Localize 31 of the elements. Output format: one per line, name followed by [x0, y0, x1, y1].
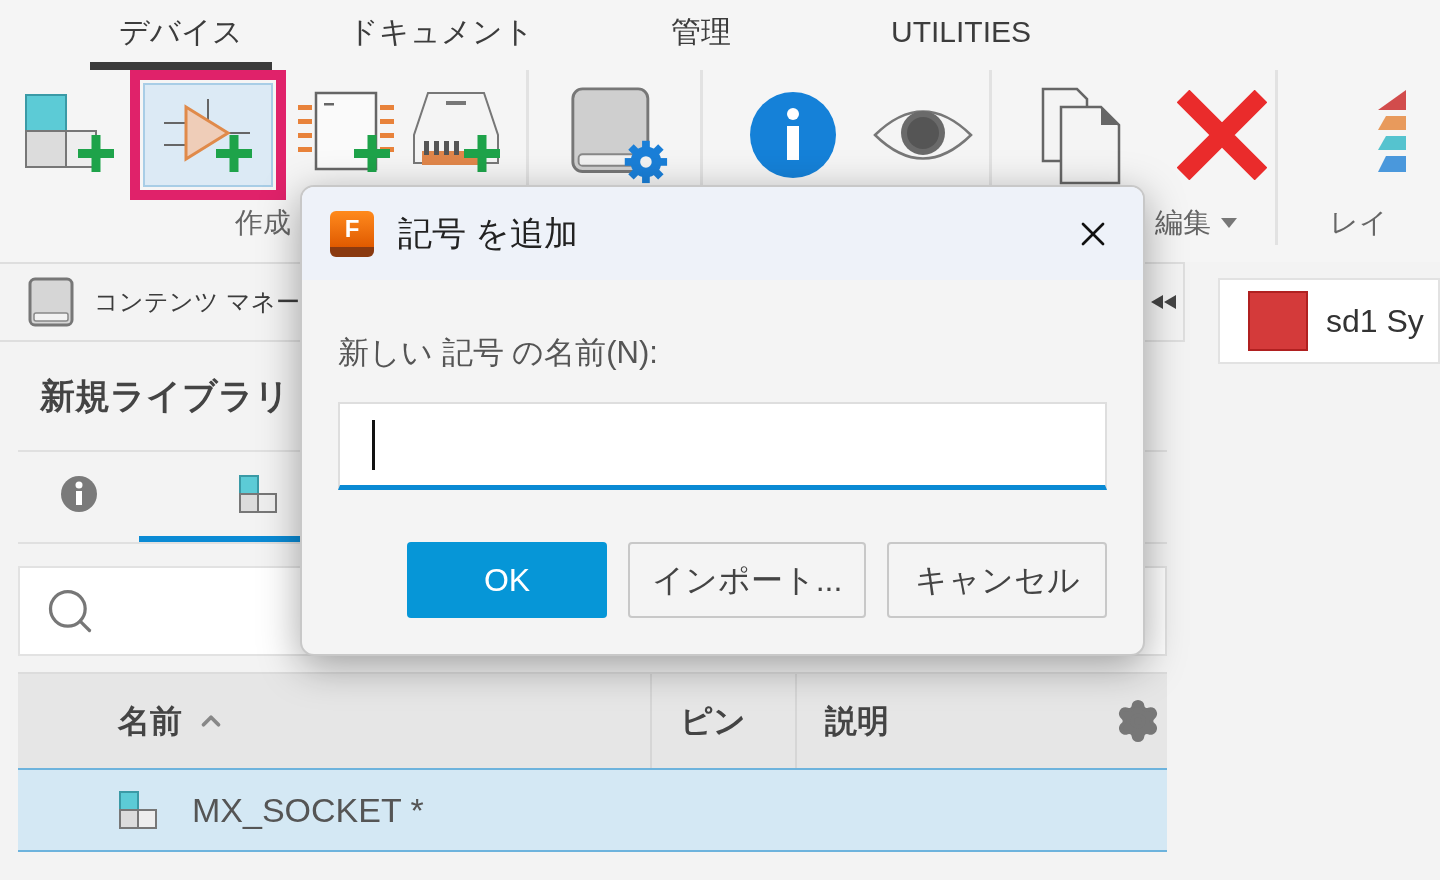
sheet-card[interactable]: sd1 Sy [1218, 278, 1440, 364]
ribbon-tab[interactable]: UTILITIES [870, 0, 1052, 70]
ribbon-tab[interactable]: ドキュメント [350, 0, 532, 70]
name-input[interactable] [338, 402, 1107, 490]
dropdown-caret-icon[interactable] [1221, 217, 1237, 228]
book-icon [28, 277, 74, 327]
ribbon-tab[interactable]: デバイス [90, 0, 272, 70]
device-icon [118, 790, 160, 830]
field-label: 新しい 記号 の名前(N): [338, 334, 659, 370]
library-name: 新規ライブラリ [40, 374, 290, 417]
dialog-button[interactable]: キャンセル [887, 542, 1107, 618]
sheet-label: sd1 Sy [1326, 302, 1424, 341]
app-logo: F [330, 210, 374, 257]
dialog-button[interactable]: インポート... [628, 542, 866, 618]
ribbon-tab[interactable]: 管理 [610, 0, 792, 70]
column-title: 名前 [118, 702, 182, 741]
info-icon [747, 90, 838, 180]
column-title: 説明 [825, 702, 889, 741]
info-icon [58, 474, 99, 514]
group-label: レイ [1330, 205, 1388, 240]
collapse-icon [1151, 295, 1177, 309]
group-label: 作成 [235, 205, 292, 240]
delete-icon [1177, 90, 1268, 180]
panel-title: コンテンツ マネー [94, 287, 300, 317]
table-row[interactable]: MX_SOCKET * [18, 768, 1167, 852]
group-label: 編集 [1155, 205, 1211, 240]
dialog-title: 記号 を追加 [398, 213, 579, 254]
column-title: ピン [680, 702, 746, 741]
device-icon [238, 474, 280, 514]
device-name: MX_SOCKET * [192, 789, 424, 831]
column-header[interactable]: 説明 [797, 674, 1115, 768]
